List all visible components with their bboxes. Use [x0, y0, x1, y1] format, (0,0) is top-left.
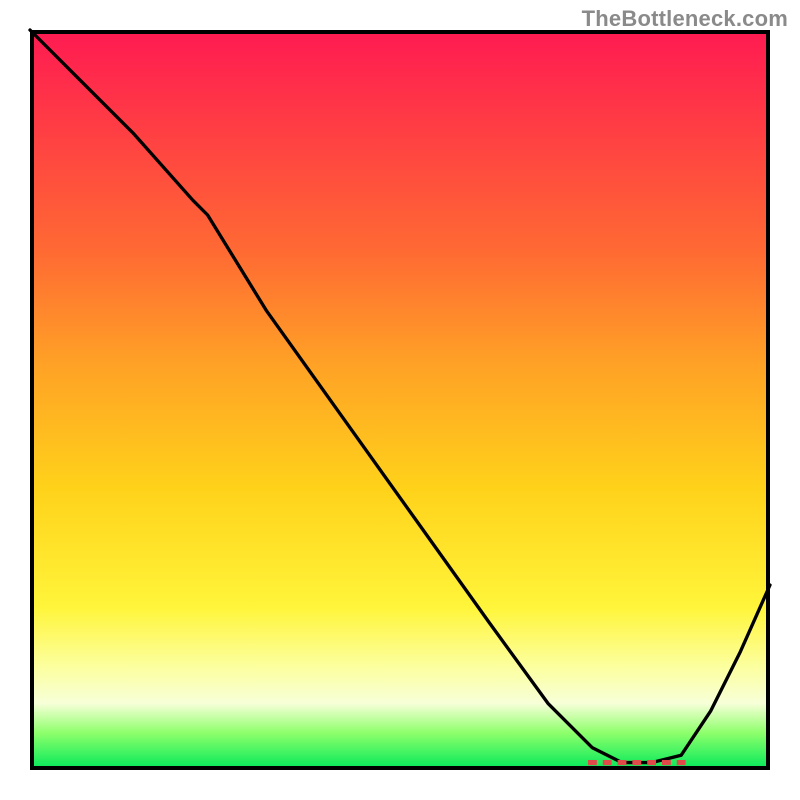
watermark-label: TheBottleneck.com — [582, 6, 788, 32]
trough-marker — [603, 760, 612, 765]
trough-marker — [618, 760, 627, 765]
chart-wrapper: TheBottleneck.com — [0, 0, 800, 800]
trough-marker — [632, 760, 641, 765]
trough-marker — [662, 760, 671, 765]
plot-area — [30, 30, 770, 770]
trough-markers — [588, 760, 686, 765]
trough-marker — [677, 760, 686, 765]
trough-marker — [647, 760, 656, 765]
bottleneck-curve — [30, 30, 770, 763]
curve-layer — [30, 30, 770, 770]
trough-marker — [588, 760, 597, 765]
